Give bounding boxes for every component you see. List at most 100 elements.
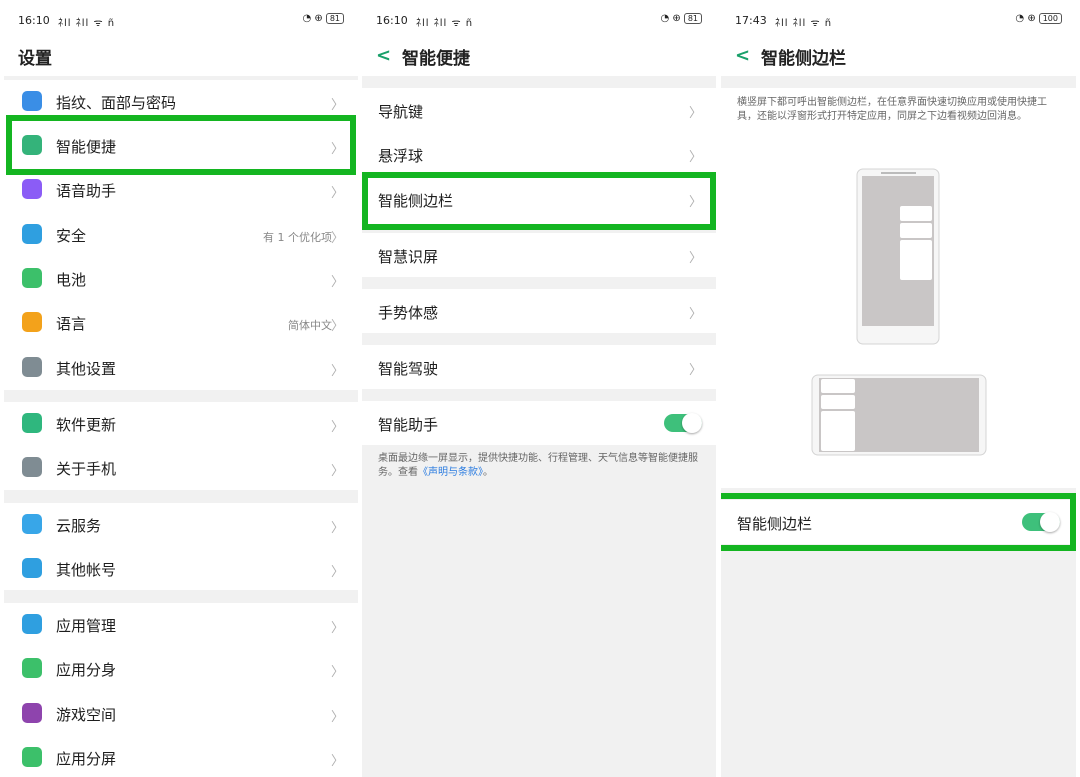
chevron-right-icon: 〉 bbox=[330, 754, 344, 769]
settings-item[interactable]: 云服务 〉 bbox=[4, 503, 358, 547]
settings-item[interactable]: 应用管理 〉 bbox=[4, 603, 358, 647]
chevron-right-icon: 〉 bbox=[688, 307, 702, 322]
chevron-right-icon: 〉 bbox=[330, 621, 344, 636]
toggle-knob bbox=[682, 413, 702, 433]
settings-item-label: 应用分身 bbox=[56, 661, 117, 679]
signal-icon: ﾈll ﾈll ᯤ ñ bbox=[416, 18, 474, 29]
settings-item-smart-driving[interactable]: 智能驾驶 〉 bbox=[362, 345, 716, 389]
terms-link[interactable]: 《声明与条款》 bbox=[418, 467, 483, 478]
game-space-icon bbox=[22, 703, 42, 723]
illustration-area: 横竖屏下都可呼出智能侧边栏，在任意界面快速切换应用或使用快捷工具，还能以浮窗形式… bbox=[721, 88, 1076, 488]
settings-item-label: 智能驾驶 bbox=[378, 360, 439, 378]
update-icon bbox=[22, 413, 42, 433]
chevron-right-icon: 〉 bbox=[688, 251, 702, 266]
smart-sidebar-panel: 17:43 ﾈll ﾈll ᯤ ñ ◔ ⊕ 100 < 智能侧边栏 横竖屏下都可呼… bbox=[721, 0, 1076, 777]
settings-item[interactable]: 安全 有 1 个优化项〉 bbox=[4, 213, 358, 257]
split-screen-icon bbox=[22, 747, 42, 767]
settings-item-screen-recognition[interactable]: 智慧识屏 〉 bbox=[362, 233, 716, 277]
portrait-phone-illustration bbox=[856, 168, 940, 345]
gear-icon bbox=[22, 357, 42, 377]
settings-item-gestures[interactable]: 手势体感 〉 bbox=[362, 289, 716, 333]
settings-item-nav-keys[interactable]: 导航键 〉 bbox=[362, 88, 716, 132]
back-arrow-icon[interactable]: < bbox=[376, 45, 391, 66]
chevron-right-icon: 〉 bbox=[330, 665, 344, 680]
back-arrow-icon[interactable]: < bbox=[735, 45, 750, 66]
cloud-icon bbox=[22, 514, 42, 534]
smart-assistant-toggle[interactable] bbox=[664, 413, 702, 433]
chevron-right-icon: 〉 bbox=[688, 363, 702, 378]
battery-indicator: 100 bbox=[1038, 13, 1062, 24]
settings-item-label: 语言 bbox=[56, 315, 87, 333]
assistant-desc-end: 。 bbox=[483, 467, 493, 478]
chevron-right-icon: 〉 bbox=[330, 565, 344, 580]
settings-item[interactable]: 电池 〉 bbox=[4, 257, 358, 301]
settings-item[interactable]: 其他帐号 〉 bbox=[4, 547, 358, 591]
settings-item-label: 悬浮球 bbox=[378, 147, 424, 165]
status-time: 16:10 bbox=[376, 14, 408, 27]
status-right: ◔ ⊕ 81 bbox=[303, 13, 344, 24]
microphone-icon bbox=[22, 179, 42, 199]
signal-icon: ﾈll ﾈll ᯤ ñ bbox=[58, 18, 116, 29]
settings-item[interactable]: 语言 简体中文〉 bbox=[4, 301, 358, 345]
settings-item[interactable]: 其他设置 〉 bbox=[4, 346, 358, 390]
settings-item[interactable]: 应用分屏 〉 bbox=[4, 736, 358, 777]
chevron-right-icon: 〉 bbox=[688, 150, 702, 165]
settings-item-label: 软件更新 bbox=[56, 416, 117, 434]
status-bar: 17:43 ﾈll ﾈll ᯤ ñ ◔ ⊕ 100 bbox=[721, 0, 1076, 36]
settings-item[interactable]: 应用分身 〉 bbox=[4, 647, 358, 691]
page-title: 智能侧边栏 bbox=[761, 49, 846, 69]
status-right: ◔ ⊕ 81 bbox=[661, 13, 702, 24]
signal-icon: ﾈll ﾈll ᯤ ñ bbox=[775, 18, 833, 29]
settings-item-label: 游戏空间 bbox=[56, 706, 117, 724]
battery-indicator: 81 bbox=[325, 13, 344, 24]
account-icon bbox=[22, 558, 42, 578]
settings-item-label: 智能助手 bbox=[378, 416, 439, 434]
chevron-right-icon: 〉 bbox=[330, 186, 344, 201]
header: < 智能便捷 bbox=[362, 36, 716, 76]
battery-indicator: 81 bbox=[683, 13, 702, 24]
language-icon bbox=[22, 312, 42, 332]
settings-item-label: 导航键 bbox=[378, 103, 424, 121]
settings-item-value: 有 1 个优化项 bbox=[263, 231, 332, 244]
landscape-phone-illustration bbox=[811, 374, 987, 456]
status-bar: 16:10 ﾈll ﾈll ᯤ ñ ◔ ⊕ 81 bbox=[4, 0, 358, 36]
settings-item-label: 安全 bbox=[56, 227, 87, 245]
header: < 智能侧边栏 bbox=[721, 36, 1076, 76]
app-clone-icon bbox=[22, 658, 42, 678]
settings-item[interactable]: 关于手机 〉 bbox=[4, 446, 358, 490]
shield-icon bbox=[22, 224, 42, 244]
fingerprint-face-icon bbox=[22, 91, 42, 111]
settings-item-label: 关于手机 bbox=[56, 460, 117, 478]
header: 设置 bbox=[4, 36, 358, 76]
status-bar: 16:10 ﾈll ﾈll ᯤ ñ ◔ ⊕ 81 bbox=[362, 0, 716, 36]
smart-assist-panel: 16:10 ﾈll ﾈll ᯤ ñ ◔ ⊕ 81 < 智能便捷 导航键 〉 悬浮球… bbox=[362, 0, 716, 777]
highlight-box bbox=[6, 115, 356, 175]
sidebar-description: 横竖屏下都可呼出智能侧边栏，在任意界面快速切换应用或使用快捷工具，还能以浮窗形式… bbox=[737, 97, 1047, 122]
settings-item-float-ball[interactable]: 悬浮球 〉 bbox=[362, 132, 716, 176]
settings-item[interactable]: 游戏空间 〉 bbox=[4, 692, 358, 736]
chevron-right-icon: 〉 bbox=[330, 464, 344, 479]
settings-item-label: 云服务 bbox=[56, 517, 102, 535]
chevron-right-icon: 〉 bbox=[330, 275, 344, 290]
settings-item-label: 其他帐号 bbox=[56, 561, 117, 579]
settings-panel: 16:10 ﾈll ﾈll ᯤ ñ ◔ ⊕ 81 设置 指纹、面部与密码〉智能便捷… bbox=[4, 0, 358, 777]
info-icon bbox=[22, 457, 42, 477]
battery-icon bbox=[22, 268, 42, 288]
page-title: 智能便捷 bbox=[402, 49, 470, 69]
settings-item-label: 智慧识屏 bbox=[378, 248, 439, 266]
chevron-right-icon: 〉 bbox=[330, 319, 344, 334]
chevron-right-icon: 〉 bbox=[330, 231, 344, 246]
page-title: 设置 bbox=[18, 49, 52, 69]
settings-item-label: 其他设置 bbox=[56, 360, 117, 378]
settings-item[interactable]: 软件更新 〉 bbox=[4, 402, 358, 446]
settings-item-label: 应用分屏 bbox=[56, 750, 117, 768]
settings-item-label: 应用管理 bbox=[56, 617, 117, 635]
chevron-right-icon: 〉 bbox=[330, 420, 344, 435]
chevron-right-icon: 〉 bbox=[330, 364, 344, 379]
app-grid-icon bbox=[22, 614, 42, 634]
chevron-right-icon: 〉 bbox=[330, 710, 344, 725]
settings-item-label: 指纹、面部与密码 bbox=[56, 94, 177, 112]
status-time: 17:43 bbox=[735, 14, 767, 27]
chevron-right-icon: 〉 bbox=[330, 98, 344, 113]
assistant-description: 桌面最边缘一屏显示，提供快捷功能、行程管理、天气信息等智能便捷服务。查看《声明与… bbox=[378, 452, 703, 480]
